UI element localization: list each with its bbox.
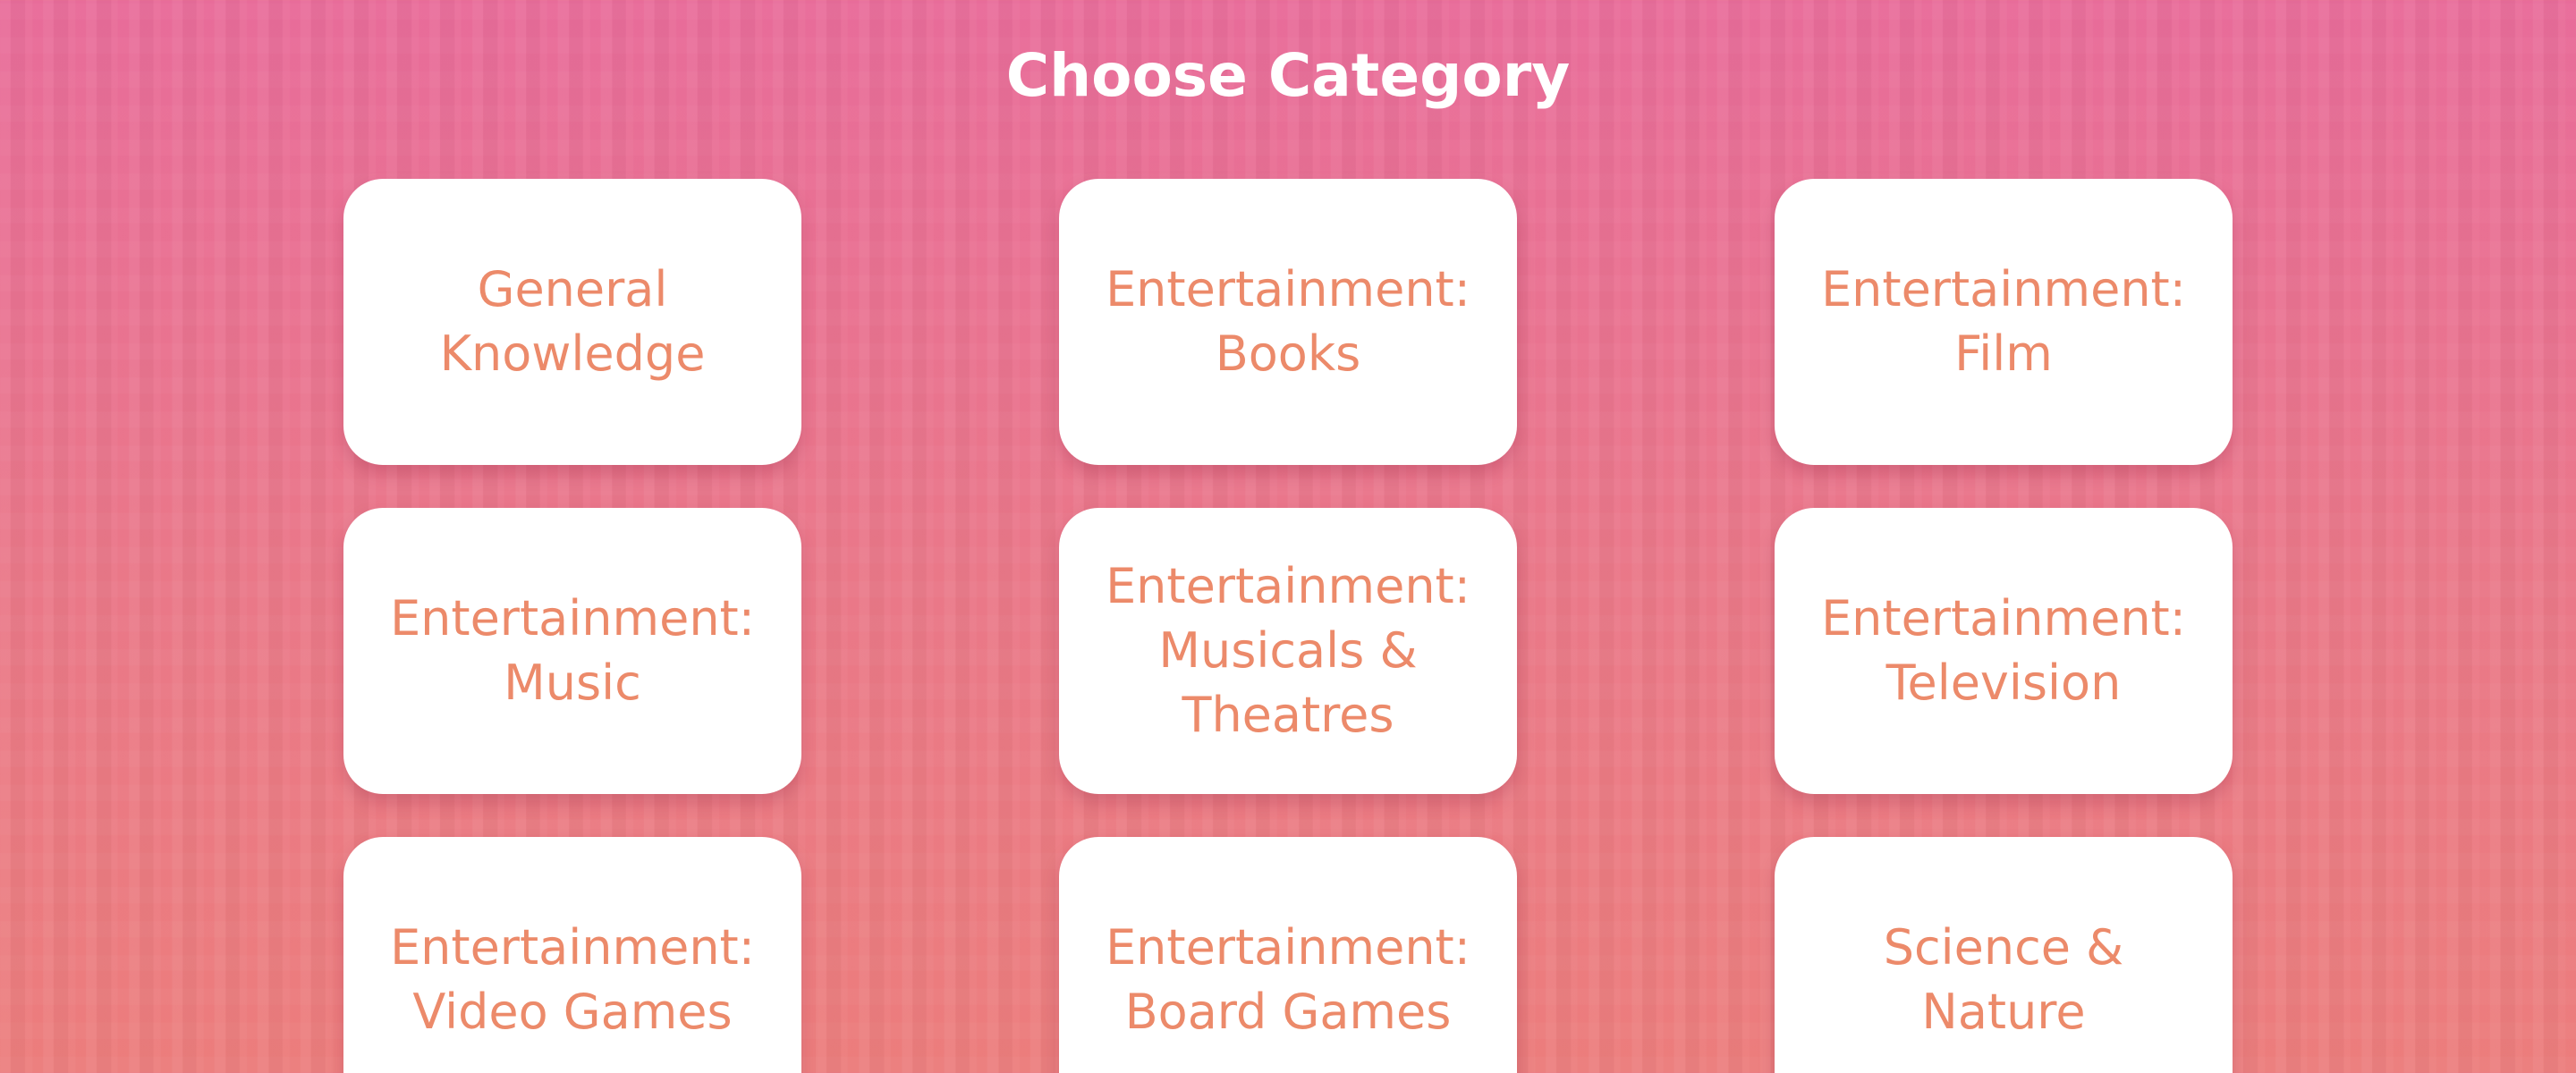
category-card-entertainment-music[interactable]: Entertainment: Music (343, 508, 801, 794)
category-card-entertainment-books[interactable]: Entertainment: Books (1059, 179, 1517, 465)
category-card-entertainment-musicals-theatres[interactable]: Entertainment: Musicals & Theatres (1059, 508, 1517, 794)
category-label: Entertainment: Film (1821, 261, 2186, 382)
category-label: Entertainment: Books (1106, 261, 1470, 382)
category-card-entertainment-video-games[interactable]: Entertainment: Video Games (343, 837, 801, 1073)
category-card-entertainment-board-games[interactable]: Entertainment: Board Games (1059, 837, 1517, 1073)
category-grid: General Knowledge Entertainment: Books E… (343, 179, 2233, 1073)
category-label: Science & Nature (1883, 919, 2124, 1040)
category-label: General Knowledge (439, 261, 706, 382)
category-card-entertainment-film[interactable]: Entertainment: Film (1775, 179, 2233, 465)
category-label: Entertainment: Video Games (390, 919, 755, 1040)
category-card-entertainment-television[interactable]: Entertainment: Television (1775, 508, 2233, 794)
category-label: Entertainment: Board Games (1106, 919, 1470, 1040)
category-label: Entertainment: Music (390, 590, 755, 711)
category-card-science-nature[interactable]: Science & Nature (1775, 837, 2233, 1073)
category-card-general-knowledge[interactable]: General Knowledge (343, 179, 801, 465)
page-title: Choose Category (1005, 41, 1571, 110)
category-label: Entertainment: Television (1821, 590, 2186, 711)
category-label: Entertainment: Musicals & Theatres (1106, 558, 1470, 743)
